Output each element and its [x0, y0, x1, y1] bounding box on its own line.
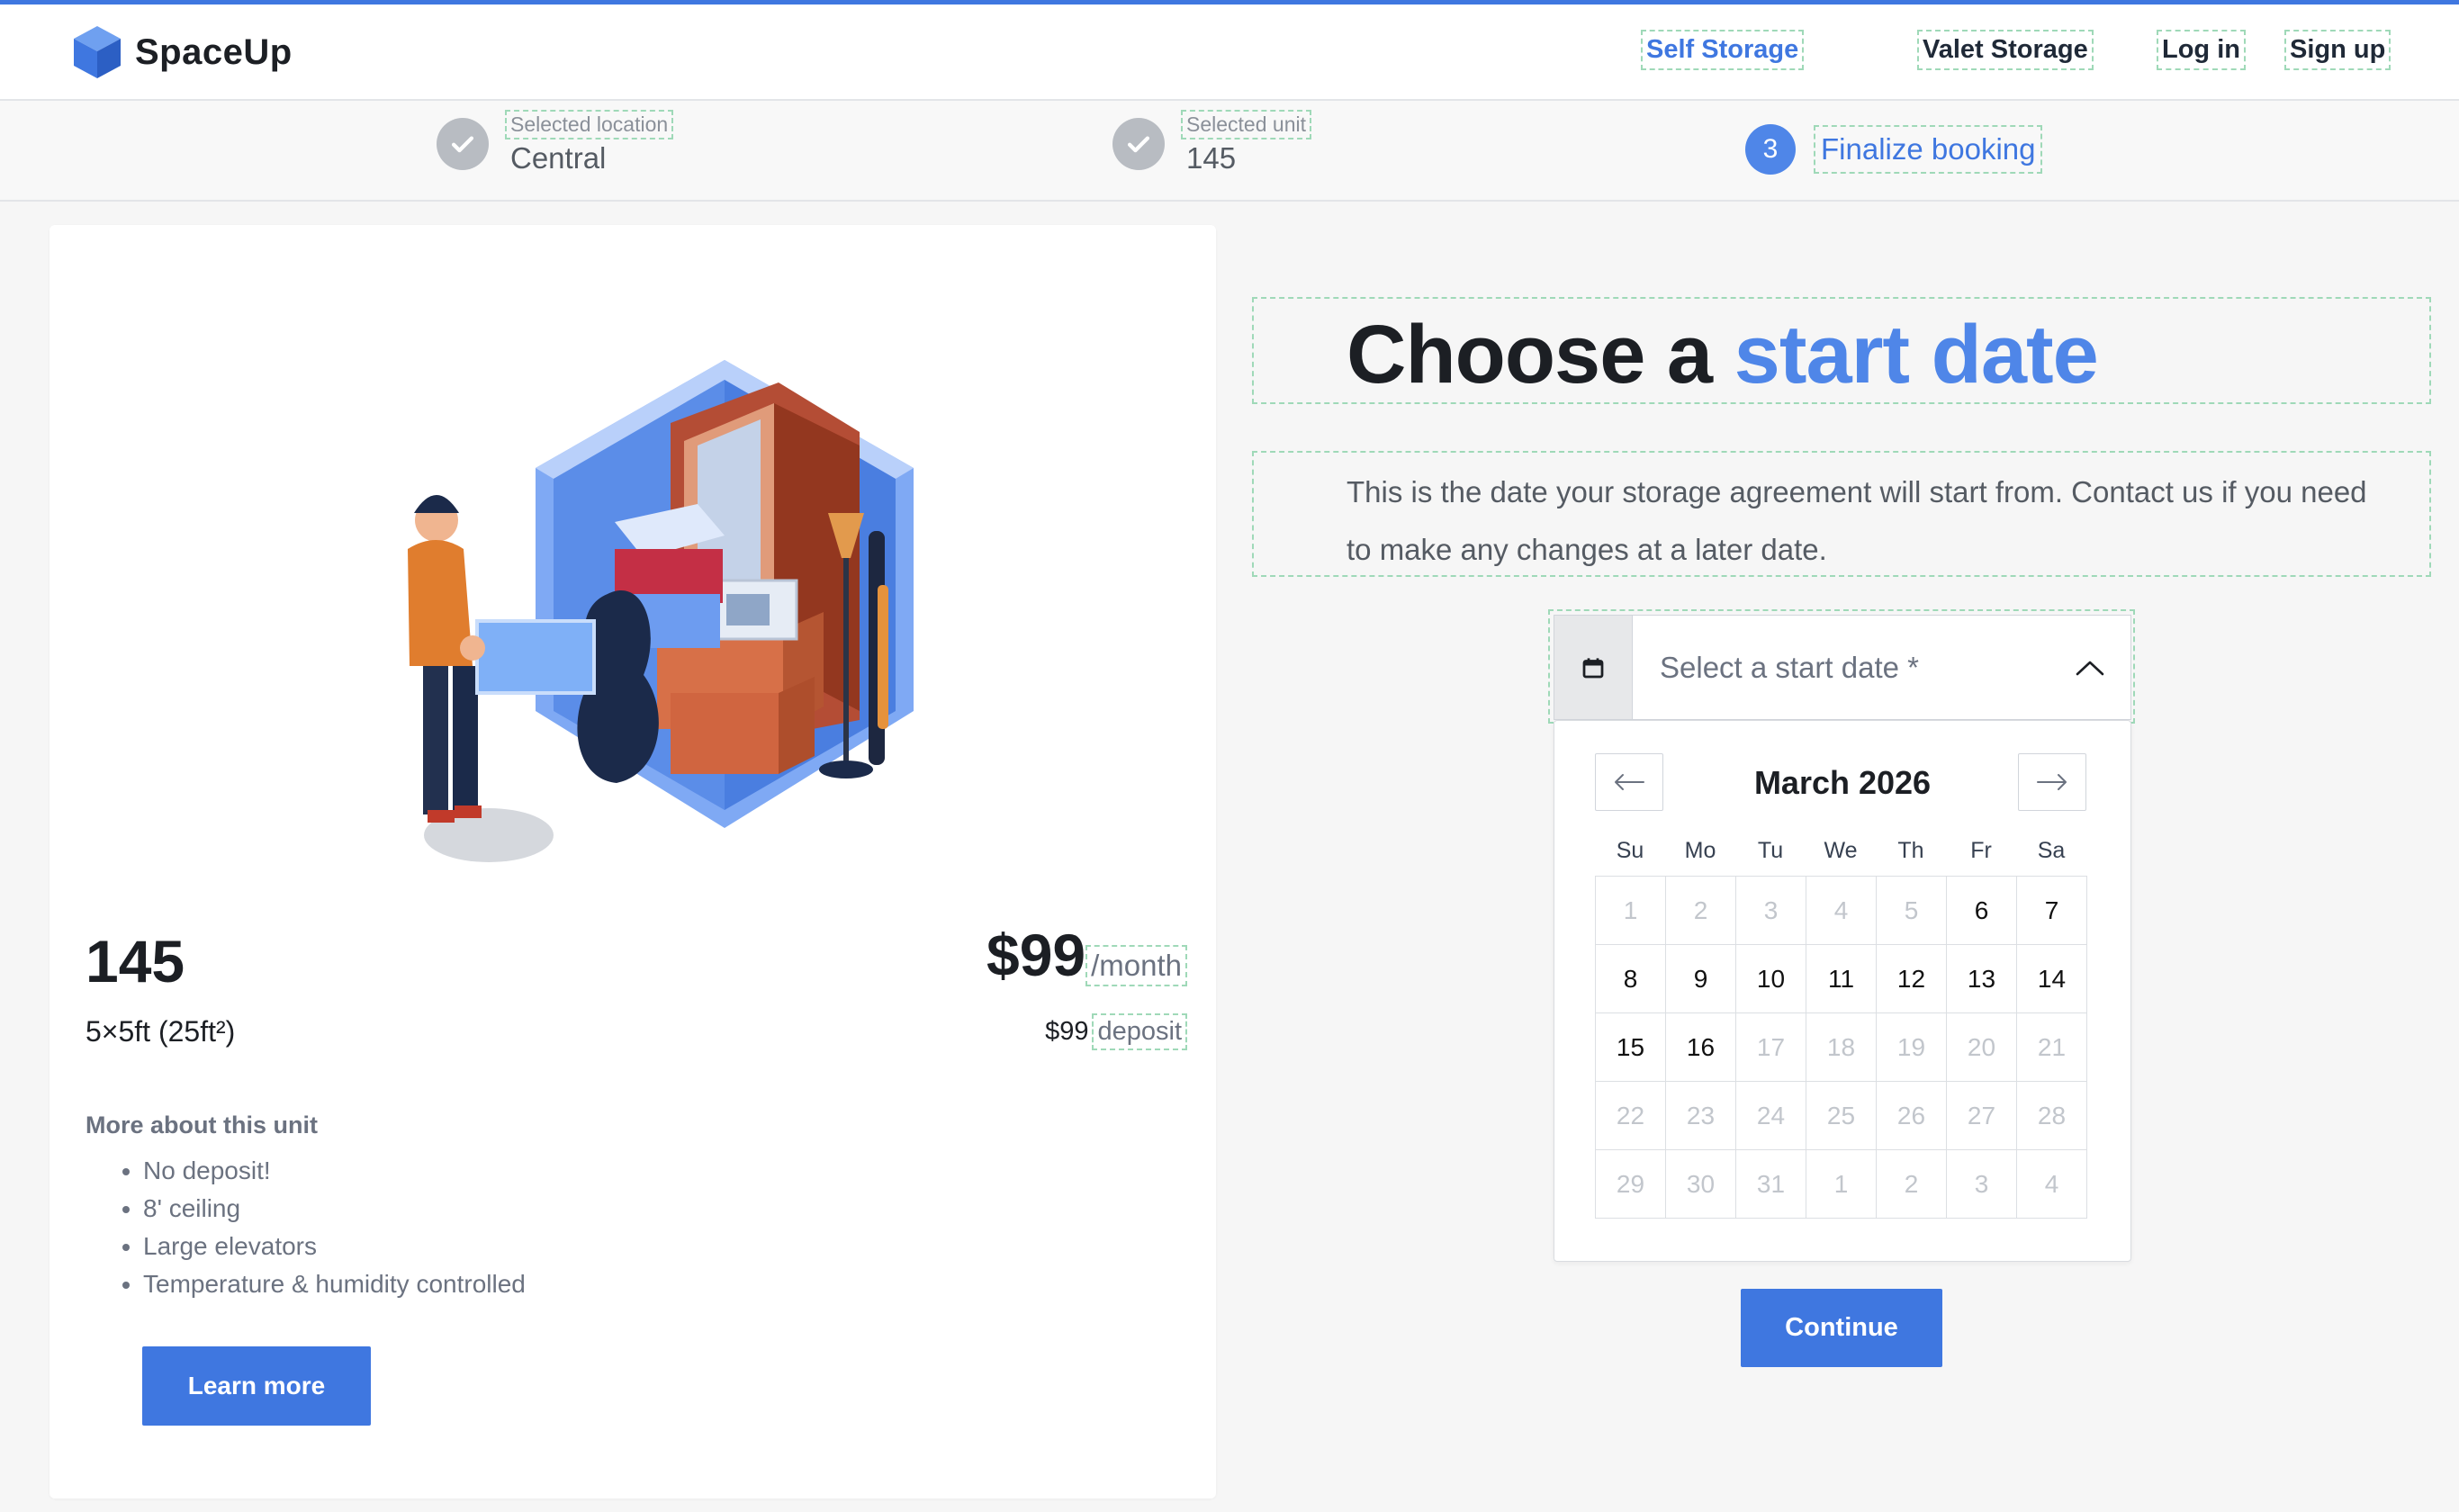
start-date-picker: Select a start date *	[1548, 609, 2135, 724]
nav-valet-storage[interactable]: Valet Storage	[1917, 30, 2094, 70]
booking-stepper: Selected location Central Selected unit …	[0, 101, 2459, 202]
calendar-day[interactable]: 12	[1877, 945, 1947, 1013]
calendar-day[interactable]: 6	[1947, 877, 2017, 945]
calendar-day-disabled: 24	[1736, 1082, 1806, 1150]
nav-log-in[interactable]: Log in	[2157, 30, 2246, 70]
calendar-day[interactable]: 8	[1596, 945, 1666, 1013]
learn-more-button[interactable]: Learn more	[142, 1346, 371, 1426]
nav-self-storage[interactable]: Self Storage	[1640, 30, 1805, 70]
price-suffix: /month	[1085, 945, 1187, 986]
calendar-day-disabled: 4	[2017, 1150, 2087, 1219]
feature-list: No deposit! 8' ceiling Large elevators T…	[120, 1152, 526, 1303]
calendar-day-disabled: 23	[1666, 1082, 1736, 1150]
step-location[interactable]: Selected location Central	[437, 110, 674, 176]
page-title-box: Choose a start date	[1252, 297, 2431, 404]
step-number-badge: 3	[1745, 124, 1796, 175]
weekday-label: Mo	[1684, 838, 1716, 863]
step-finalize: 3 Finalize booking	[1745, 124, 2043, 175]
feature-item: No deposit!	[143, 1152, 526, 1190]
calendar-day-grid: 1 2 3 4 5 6 7 8 9 10 11 12 13 14 15 16 17 18 19 20 21 22 23 24 2…	[1595, 876, 2087, 1219]
calendar-day-disabled: 19	[1877, 1013, 1947, 1082]
step-unit-label: Selected unit	[1181, 110, 1311, 140]
more-about-title: More about this unit	[86, 1112, 318, 1138]
calendar-day-disabled: 22	[1596, 1082, 1666, 1150]
site-header: SpaceUp Self Storage Valet Storage Log i…	[0, 4, 2459, 101]
calendar-day-disabled: 30	[1666, 1150, 1736, 1219]
weekday-label: Th	[1897, 838, 1924, 863]
page-title: Choose a start date	[1347, 308, 2099, 402]
weekday-header: Su Mo Tu We Th Fr Sa	[1595, 838, 2086, 864]
calendar-day-disabled: 5	[1877, 877, 1947, 945]
calendar-day-disabled: 1	[1806, 1150, 1877, 1219]
brand-name: SpaceUp	[135, 32, 293, 72]
feature-item: Temperature & humidity controlled	[143, 1265, 526, 1303]
calendar-day[interactable]: 14	[2017, 945, 2087, 1013]
calendar-icon[interactable]	[1554, 616, 1633, 719]
storage-unit-illustration	[408, 360, 914, 862]
calendar-day-disabled: 1	[1596, 877, 1666, 945]
page-description: This is the date your storage agreement …	[1347, 475, 2367, 566]
calendar-day-disabled: 20	[1947, 1013, 2017, 1082]
calendar-day-disabled: 26	[1877, 1082, 1947, 1150]
feature-item: 8' ceiling	[143, 1190, 526, 1228]
calendar-day-disabled: 4	[1806, 877, 1877, 945]
calendar-day[interactable]: 11	[1806, 945, 1877, 1013]
arrow-right-icon[interactable]	[2018, 753, 2086, 811]
step-location-label: Selected location	[504, 110, 674, 140]
weekday-label: Tu	[1757, 838, 1784, 863]
step-finalize-label: Finalize booking	[1813, 125, 2043, 174]
check-icon	[437, 117, 489, 170]
unit-deposit: $99 deposit	[1045, 1013, 1187, 1050]
calendar-day[interactable]: 7	[2017, 877, 2087, 945]
start-date-placeholder[interactable]: Select a start date *	[1633, 616, 2049, 719]
calendar-day-disabled: 3	[1947, 1150, 2017, 1219]
check-icon	[1112, 117, 1165, 170]
cube-logo-icon	[74, 26, 121, 78]
calendar-day-disabled: 21	[2017, 1013, 2087, 1082]
deposit-amount: $99	[1045, 1017, 1089, 1046]
calendar-popup: March 2026 Su Mo Tu We Th Fr Sa 1 2 3 4 5 6 7 8 9 10 11 1…	[1554, 720, 2131, 1262]
step-unit-value: 145	[1186, 141, 1237, 175]
calendar-day-disabled: 3	[1736, 877, 1806, 945]
calendar-day[interactable]: 13	[1947, 945, 2017, 1013]
continue-button[interactable]: Continue	[1741, 1289, 1942, 1367]
calendar-day-disabled: 31	[1736, 1150, 1806, 1219]
unit-card: 145 5×5ft (25ft²) $99 /month $99 deposit…	[50, 225, 1216, 1498]
calendar-day[interactable]: 9	[1666, 945, 1736, 1013]
weekday-label: Fr	[1970, 838, 1992, 863]
weekday-label: Sa	[2037, 838, 2066, 863]
calendar-day-disabled: 27	[1947, 1082, 2017, 1150]
chevron-up-icon[interactable]	[2049, 616, 2130, 719]
feature-item: Large elevators	[143, 1228, 526, 1265]
price-amount: $99	[986, 922, 1086, 988]
calendar-day-disabled: 17	[1736, 1013, 1806, 1082]
title-accent: start date	[1734, 309, 2099, 400]
start-date-field[interactable]: Select a start date *	[1554, 615, 2131, 720]
calendar-day-disabled: 25	[1806, 1082, 1877, 1150]
calendar-day-disabled: 2	[1877, 1150, 1947, 1219]
calendar-day-disabled: 28	[2017, 1082, 2087, 1150]
calendar-day-disabled: 29	[1596, 1150, 1666, 1219]
step-location-value: Central	[510, 141, 607, 175]
calendar-day[interactable]: 10	[1736, 945, 1806, 1013]
calendar-day[interactable]: 15	[1596, 1013, 1666, 1082]
unit-price: $99 /month	[986, 922, 1187, 988]
unit-name: 145	[86, 928, 185, 994]
unit-size: 5×5ft (25ft²)	[86, 1015, 236, 1048]
calendar-day-disabled: 18	[1806, 1013, 1877, 1082]
nav-sign-up[interactable]: Sign up	[2283, 30, 2391, 70]
brand-logo[interactable]: SpaceUp	[72, 24, 293, 80]
calendar-day-disabled: 2	[1666, 877, 1736, 945]
weekday-label: Su	[1616, 838, 1644, 863]
step-unit[interactable]: Selected unit 145	[1112, 110, 1311, 176]
calendar-day[interactable]: 16	[1666, 1013, 1736, 1082]
description-box: This is the date your storage agreement …	[1252, 451, 2431, 577]
weekday-label: We	[1824, 838, 1858, 863]
title-prefix: Choose a	[1347, 309, 1713, 400]
deposit-label: deposit	[1092, 1013, 1187, 1050]
